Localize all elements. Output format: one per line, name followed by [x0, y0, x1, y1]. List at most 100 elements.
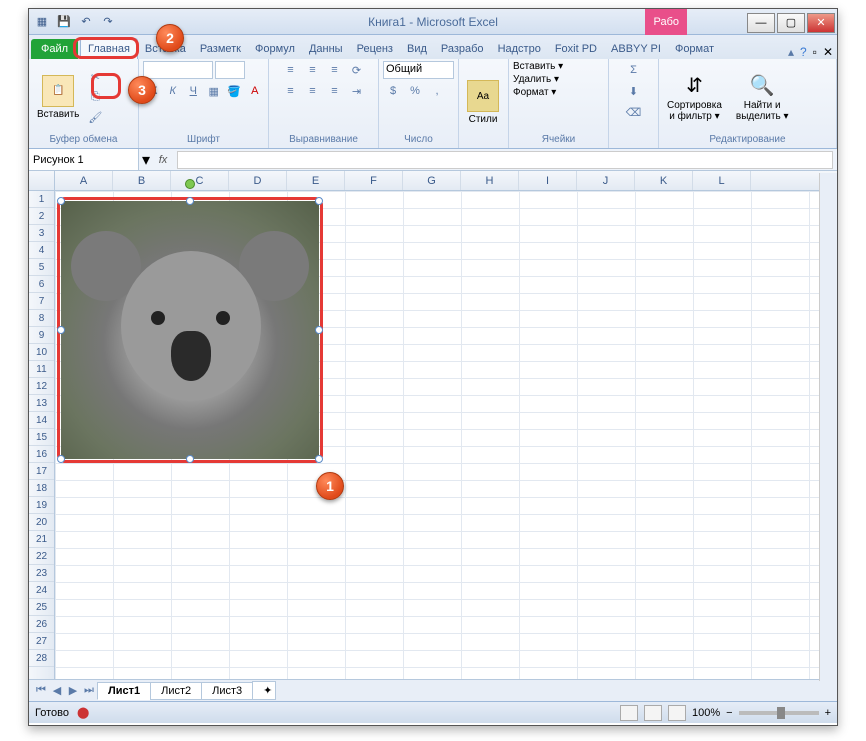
italic-button[interactable]: К [164, 82, 183, 100]
format-painter-button[interactable]: 🖌 [85, 108, 105, 126]
font-name-combo[interactable] [143, 61, 213, 79]
col-header[interactable]: H [461, 171, 519, 190]
contextual-tab[interactable]: Рабо [645, 9, 687, 35]
view-layout-button[interactable] [644, 705, 662, 721]
row-header[interactable]: 23 [29, 565, 54, 582]
close-workbook-icon[interactable]: ✕ [823, 45, 833, 59]
tab-addins[interactable]: Надстро [491, 39, 548, 59]
resize-handle-se[interactable] [315, 455, 323, 463]
macro-record-icon[interactable]: ⬤ [77, 706, 89, 719]
row-header[interactable]: 13 [29, 395, 54, 412]
row-header[interactable]: 15 [29, 429, 54, 446]
col-header[interactable]: E [287, 171, 345, 190]
find-select-button[interactable]: 🔍 Найти и выделить ▾ [732, 71, 793, 124]
tab-layout[interactable]: Разметк [193, 39, 248, 59]
number-format-combo[interactable]: Общий [383, 61, 454, 79]
undo-icon[interactable]: ↶ [77, 13, 95, 31]
align-left-icon[interactable]: ≡ [281, 82, 301, 100]
fill-icon[interactable]: ⬇ [624, 82, 644, 100]
styles-button[interactable]: Aa Стили [463, 78, 503, 127]
sheet-tab-3[interactable]: Лист3 [201, 682, 253, 700]
row-header[interactable]: 24 [29, 582, 54, 599]
orientation-icon[interactable]: ⟳ [347, 61, 367, 79]
tab-home[interactable]: Главная [80, 38, 138, 59]
align-center-icon[interactable]: ≡ [303, 82, 323, 100]
help-icon[interactable]: ? [800, 45, 807, 59]
view-pagebreak-button[interactable] [668, 705, 686, 721]
col-header[interactable]: G [403, 171, 461, 190]
formula-bar[interactable] [177, 151, 833, 169]
tab-data[interactable]: Данны [302, 39, 350, 59]
align-right-icon[interactable]: ≡ [325, 82, 345, 100]
row-header[interactable]: 26 [29, 616, 54, 633]
resize-handle-w[interactable] [57, 326, 65, 334]
name-box[interactable]: Рисунок 1 [29, 149, 139, 170]
row-header[interactable]: 14 [29, 412, 54, 429]
col-header[interactable]: K [635, 171, 693, 190]
delete-cells-button[interactable]: Удалить ▾ [513, 74, 604, 85]
cells-area[interactable] [55, 191, 837, 679]
minimize-ribbon-icon[interactable]: ▴ [788, 45, 794, 59]
restore-workbook-icon[interactable]: ▫ [813, 45, 817, 59]
row-header[interactable]: 7 [29, 293, 54, 310]
paste-button[interactable]: 📋 Вставить [33, 73, 83, 122]
zoom-out-button[interactable]: − [726, 707, 732, 719]
underline-button[interactable]: Ч [184, 82, 203, 100]
col-header[interactable]: L [693, 171, 751, 190]
row-header[interactable]: 22 [29, 548, 54, 565]
currency-icon[interactable]: $ [383, 82, 403, 100]
row-header[interactable]: 5 [29, 259, 54, 276]
col-header[interactable]: I [519, 171, 577, 190]
namebox-dropdown-icon[interactable]: ▾ [139, 150, 153, 170]
sheet-tab-2[interactable]: Лист2 [150, 682, 202, 700]
vertical-scrollbar[interactable] [819, 173, 837, 681]
selected-picture[interactable] [61, 201, 319, 459]
save-icon[interactable]: 💾 [55, 13, 73, 31]
resize-handle-ne[interactable] [315, 197, 323, 205]
row-header[interactable]: 8 [29, 310, 54, 327]
col-header[interactable]: C [171, 171, 229, 190]
col-header[interactable]: D [229, 171, 287, 190]
row-header[interactable]: 4 [29, 242, 54, 259]
align-top-icon[interactable]: ≡ [281, 61, 301, 79]
row-header[interactable]: 2 [29, 208, 54, 225]
row-header[interactable]: 10 [29, 344, 54, 361]
select-all-corner[interactable] [29, 171, 55, 190]
row-header[interactable]: 20 [29, 514, 54, 531]
row-header[interactable]: 12 [29, 378, 54, 395]
sheet-nav-last[interactable]: ⏭ [81, 684, 97, 697]
row-header[interactable]: 18 [29, 480, 54, 497]
rotation-handle[interactable] [185, 179, 195, 189]
fill-color-button[interactable]: 🪣 [225, 82, 244, 100]
row-header[interactable]: 19 [29, 497, 54, 514]
cut-button[interactable]: ✂ [85, 68, 105, 86]
zoom-in-button[interactable]: + [825, 707, 831, 719]
resize-handle-e[interactable] [315, 326, 323, 334]
resize-handle-sw[interactable] [57, 455, 65, 463]
resize-handle-nw[interactable] [57, 197, 65, 205]
align-middle-icon[interactable]: ≡ [303, 61, 323, 79]
resize-handle-n[interactable] [186, 197, 194, 205]
sheet-tab-1[interactable]: Лист1 [97, 682, 151, 700]
row-header[interactable]: 27 [29, 633, 54, 650]
copy-button[interactable]: ⎘ [85, 88, 105, 106]
row-header[interactable]: 9 [29, 327, 54, 344]
zoom-thumb[interactable] [777, 707, 785, 719]
fx-icon[interactable]: fx [153, 154, 173, 166]
format-cells-button[interactable]: Формат ▾ [513, 87, 604, 98]
redo-icon[interactable]: ↷ [99, 13, 117, 31]
tab-developer[interactable]: Разрабо [434, 39, 491, 59]
tab-abbyy[interactable]: ABBYY PI [604, 39, 668, 59]
sort-filter-button[interactable]: ⇵ Сортировка и фильтр ▾ [663, 71, 726, 124]
comma-icon[interactable]: , [427, 82, 447, 100]
row-header[interactable]: 6 [29, 276, 54, 293]
view-normal-button[interactable] [620, 705, 638, 721]
indent-icon[interactable]: ⇥ [347, 82, 367, 100]
col-header[interactable]: A [55, 171, 113, 190]
row-header[interactable]: 21 [29, 531, 54, 548]
autosum-icon[interactable]: Σ [624, 61, 644, 79]
align-bottom-icon[interactable]: ≡ [325, 61, 345, 79]
minimize-button[interactable]: — [747, 13, 775, 33]
font-color-button[interactable]: A [246, 82, 265, 100]
percent-icon[interactable]: % [405, 82, 425, 100]
